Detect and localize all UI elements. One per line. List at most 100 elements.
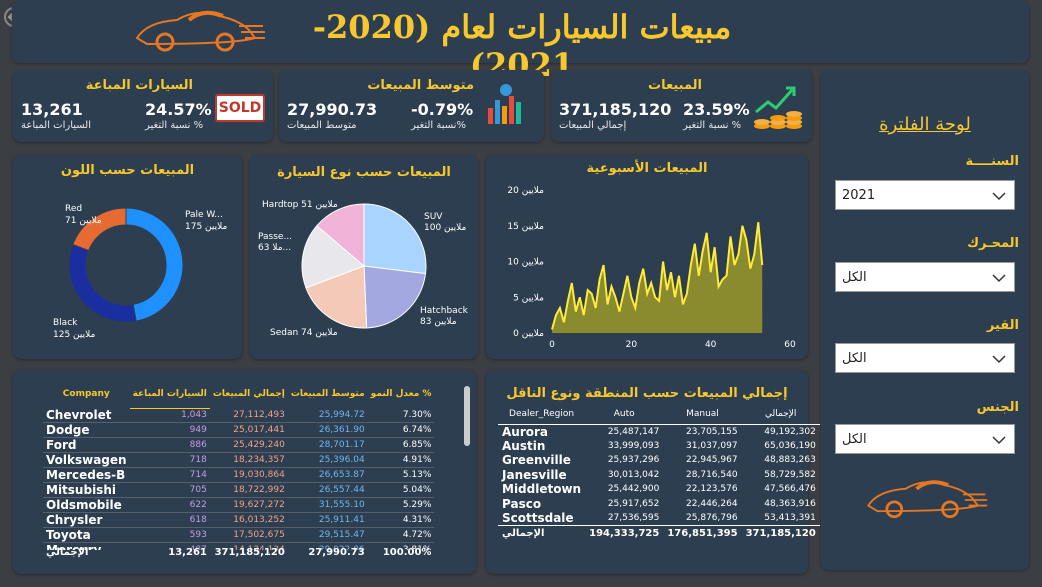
table-cell: 29,515.47 — [287, 527, 368, 544]
pie-label-3: Passe...63 ملا... — [258, 232, 292, 253]
pie-slice-1[interactable] — [363, 265, 427, 329]
table-cell: 58,729,582 — [764, 469, 816, 480]
company-total-cell: الإجمالي — [46, 547, 89, 558]
region-table-header-2[interactable]: Manual — [663, 404, 742, 425]
table-row[interactable]: Oldsmobile 622 19,627,272 31,555.10 5.29% — [43, 497, 435, 514]
kpi-sales-total-label: إجمالي المبيعات — [559, 120, 627, 131]
table-row[interactable]: Toyota 593 17,502,675 29,515.47 4.72% — [43, 527, 435, 544]
svg-text:Sedan 74 ملايين: Sedan 74 ملايين — [270, 328, 338, 338]
region-total-cell: الإجمالي — [498, 525, 586, 542]
table-cell: 30,013,042 — [607, 469, 660, 480]
table-cell: 25,487,147 — [607, 426, 660, 437]
year-dropdown[interactable]: 2021 — [835, 180, 1015, 210]
year-value: 2021 — [842, 188, 876, 203]
svg-text:71 ملايين: 71 ملايين — [65, 216, 102, 226]
company-table-header-4[interactable]: معدل النمو % — [368, 380, 435, 408]
table-cell: 16,013,252 — [209, 512, 288, 529]
gender-dropdown[interactable]: الكل — [835, 424, 1015, 454]
table-cell: 25,994.72 — [287, 408, 368, 424]
svg-text:Black: Black — [53, 318, 78, 328]
company-table-viewport: Company السيارات المباعة إجمالي المبيعات مت… — [43, 380, 435, 550]
engine-dropdown[interactable]: الكل — [835, 262, 1015, 292]
car-logo-icon — [866, 480, 988, 519]
pie-label-0: SUV100 ملايين — [424, 212, 466, 233]
gear-dropdown[interactable]: الكل — [835, 343, 1015, 373]
table-row[interactable]: Chrysler 618 16,013,252 25,911.41 4.31% — [43, 512, 435, 529]
table-cell: Oldsmobile — [43, 497, 130, 514]
chevron-down-icon — [992, 436, 1006, 445]
table-cell: 19,030,864 — [209, 467, 288, 484]
table-cell: 18,722,992 — [209, 482, 288, 499]
table-cell: 27,112,493 — [209, 408, 288, 424]
table-row[interactable]: Mercedes-B 714 19,030,864 26,653.87 5.13% — [43, 467, 435, 484]
table-row[interactable]: Middletown 25,442,900 22,123,576 47,566,476 — [498, 482, 820, 497]
table-cell: 31,037,097 — [686, 440, 738, 451]
table-cell: 26,557.44 — [287, 482, 368, 499]
table-cell: 718 — [129, 452, 210, 469]
table-cell: 6.74% — [367, 422, 435, 439]
table-row[interactable]: Mitsubishi 705 18,722,992 26,557.44 5.04% — [43, 482, 435, 499]
engine-label: المحـرك — [967, 236, 1019, 251]
table-cell: 28,716,540 — [686, 469, 738, 480]
region-table-header-3[interactable]: الإجمالي — [741, 404, 820, 425]
pie-label-2: Sedan 74 ملايين — [270, 328, 338, 338]
company-table-header-2[interactable]: إجمالي المبيعات — [210, 380, 288, 408]
donut-slice-2[interactable] — [72, 207, 127, 252]
table-row[interactable]: Scottsdale 27,536,595 25,876,796 53,413,391 — [498, 511, 820, 526]
svg-text:Passe...: Passe... — [258, 232, 292, 242]
table-cell: 25,396.04 — [287, 452, 368, 469]
body-chart-panel: المبيعات حسب نوع السيارة SUV 100 ملايين Ha… — [250, 155, 478, 359]
table-cell: Scottsdale — [502, 511, 574, 525]
table-row[interactable]: Chevrolet 1,043 27,112,493 25,994.72 7.30% — [43, 408, 435, 424]
table-cell: Janesville — [502, 467, 567, 482]
table-row[interactable]: Dodge 949 25,017,441 26,361.90 6.74% — [43, 422, 435, 439]
donut-slice-1[interactable] — [68, 243, 137, 323]
company-table-header-3[interactable]: متوسط المبيعات — [288, 380, 368, 408]
company-table-total: الإجمالي 13,261 371,185,120 27,990.73 100.00… — [43, 547, 434, 558]
table-cell: 47,566,476 — [764, 484, 816, 495]
table-cell: 25,429,240 — [209, 437, 288, 454]
scrollbar[interactable] — [464, 386, 470, 446]
table-row[interactable]: Volkswagen 718 18,234,357 25,396.04 4.91% — [43, 452, 435, 469]
table-cell: 618 — [129, 512, 210, 529]
table-cell: 25,442,900 — [607, 484, 660, 495]
table-row[interactable]: Austin 33,999,093 31,037,097 65,036,190 — [498, 439, 820, 454]
table-row[interactable]: Janesville 30,013,042 28,716,540 58,729,582 — [498, 468, 820, 483]
svg-text:Hatchback: Hatchback — [420, 306, 469, 316]
y-tick-label: 20 ملايين — [507, 186, 544, 196]
table-cell: 25,017,441 — [209, 422, 288, 439]
table-row[interactable]: Pasco 25,917,652 22,446,264 48,363,916 — [498, 497, 820, 512]
bar-chart-icon — [488, 84, 521, 124]
kpi-avg-change-label: نسبة التغير% — [411, 120, 466, 131]
company-table-header-0[interactable]: Company — [43, 380, 130, 408]
svg-text:Red: Red — [65, 204, 82, 214]
donut-label-0: Pale W... 175 ملايين — [185, 210, 227, 232]
table-cell: 4.91% — [367, 452, 435, 469]
table-row[interactable]: Ford 886 25,429,240 28,701.17 6.85% — [43, 437, 435, 454]
svg-text:125 ملايين: 125 ملايين — [53, 330, 95, 340]
pie-slice-0[interactable] — [363, 203, 427, 275]
table-cell: 25,937,296 — [607, 455, 660, 466]
table-cell: Greenville — [502, 453, 571, 468]
company-total-cell: 371,185,120 — [214, 547, 285, 558]
region-table-header-0[interactable]: Dealer_Region — [498, 404, 586, 425]
company-table-header-1[interactable]: السيارات المباعة — [129, 380, 210, 409]
company-total-cell: 13,261 — [168, 547, 207, 558]
region-table-title: إجمالي المبيعات حسب المنطقة ونوع الناقل — [506, 386, 788, 401]
svg-text:63 ملا...: 63 ملا... — [258, 243, 291, 253]
kpi-avg-title: متوسط المبيعات — [367, 78, 474, 93]
header-banner: مبيعات السيارات لعام (2020-2021) — [12, 0, 1029, 84]
table-row[interactable]: Aurora 25,487,147 23,705,155 49,192,302 — [498, 424, 820, 439]
kpi-sales-change-label: نسبة التغير % — [683, 120, 742, 131]
table-cell: 4.31% — [367, 512, 435, 529]
table-cell: Pasco — [502, 496, 542, 511]
region-total-cell: 176,851,395 — [663, 525, 742, 542]
table-row[interactable]: Greenville 25,937,296 22,945,967 48,883,263 — [498, 453, 820, 468]
region-table-header-1[interactable]: Auto — [585, 404, 664, 425]
table-cell: 593 — [129, 527, 210, 544]
donut-slice-0[interactable] — [125, 207, 184, 322]
svg-text:100 ملايين: 100 ملايين — [424, 223, 466, 233]
table-cell: 6.85% — [367, 437, 435, 454]
table-cell: 18,234,357 — [209, 452, 288, 469]
y-tick-label: 15 ملايين — [507, 222, 544, 232]
